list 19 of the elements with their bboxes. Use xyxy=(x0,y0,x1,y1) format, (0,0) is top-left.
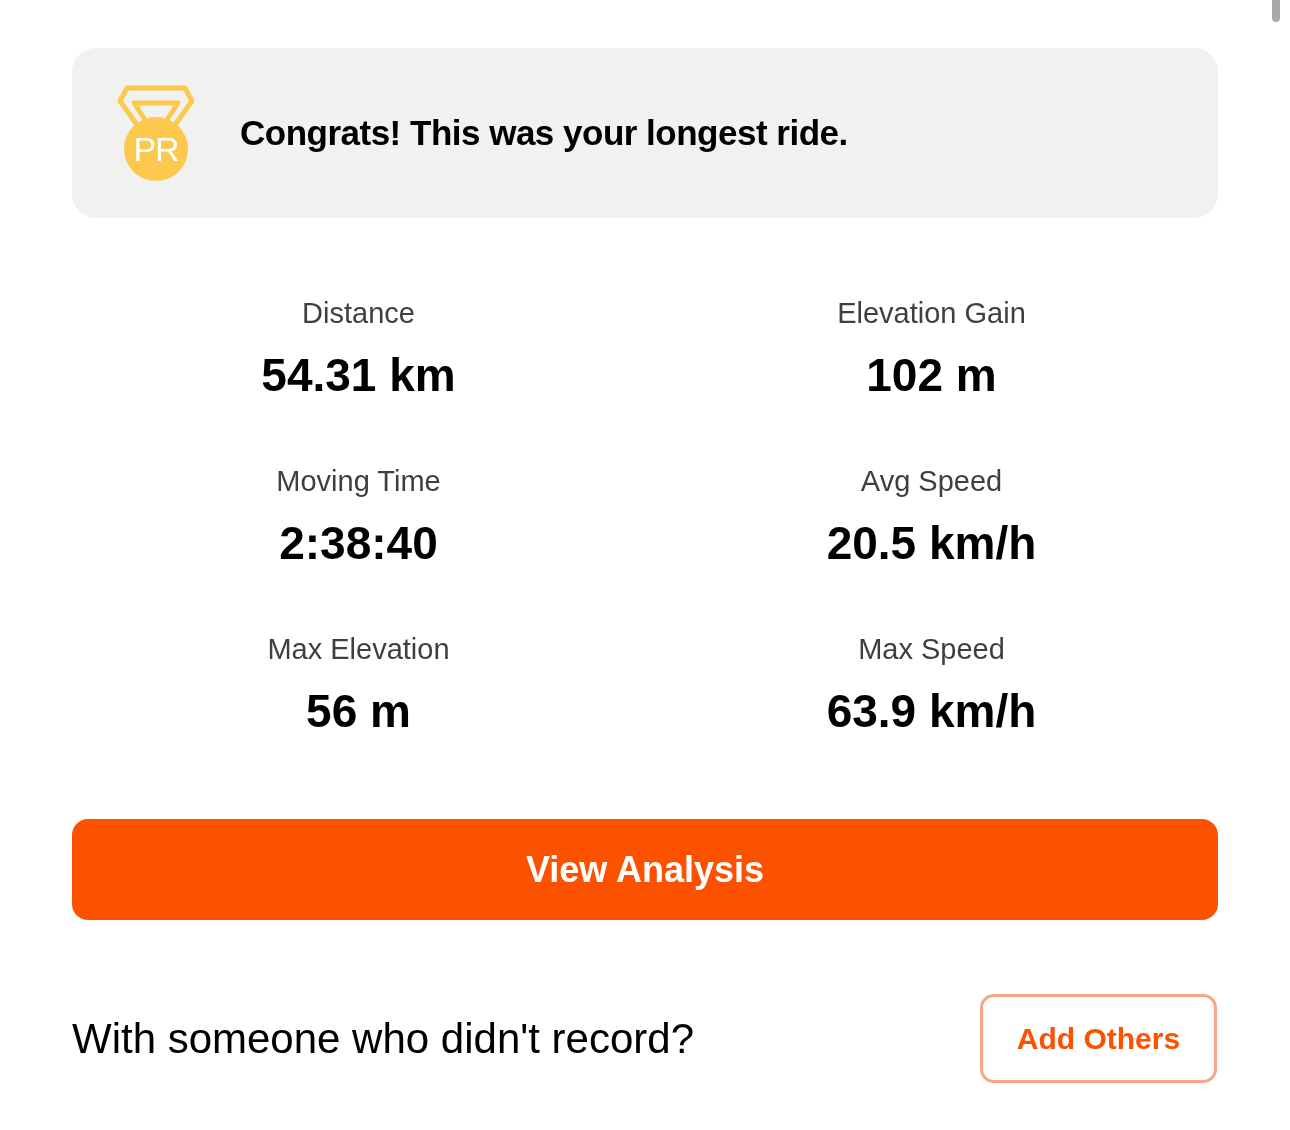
stat-label: Elevation Gain xyxy=(837,296,1026,330)
stat-value: 63.9 km/h xyxy=(826,684,1037,738)
stat-value: 102 m xyxy=(866,348,997,402)
stat-label: Max Elevation xyxy=(267,632,450,666)
stat-value: 54.31 km xyxy=(261,348,456,402)
stat-label: Distance xyxy=(302,296,415,330)
stat-value: 56 m xyxy=(306,684,411,738)
add-others-prompt: With someone who didn't record? xyxy=(72,1013,694,1064)
medal-label: PR xyxy=(132,128,180,169)
view-analysis-button[interactable]: View Analysis xyxy=(72,819,1218,920)
add-others-button[interactable]: Add Others xyxy=(980,994,1217,1083)
stat-label: Avg Speed xyxy=(860,464,1003,498)
achievement-message: Congrats! This was your longest ride. xyxy=(240,112,848,154)
stat-value: 20.5 km/h xyxy=(826,516,1037,570)
stat-value: 2:38:40 xyxy=(279,516,438,570)
stat-label: Moving Time xyxy=(276,464,441,498)
scrollbar-thumb[interactable] xyxy=(1272,0,1280,22)
stat-label: Max Speed xyxy=(858,632,1005,666)
medal-icon xyxy=(117,84,195,182)
